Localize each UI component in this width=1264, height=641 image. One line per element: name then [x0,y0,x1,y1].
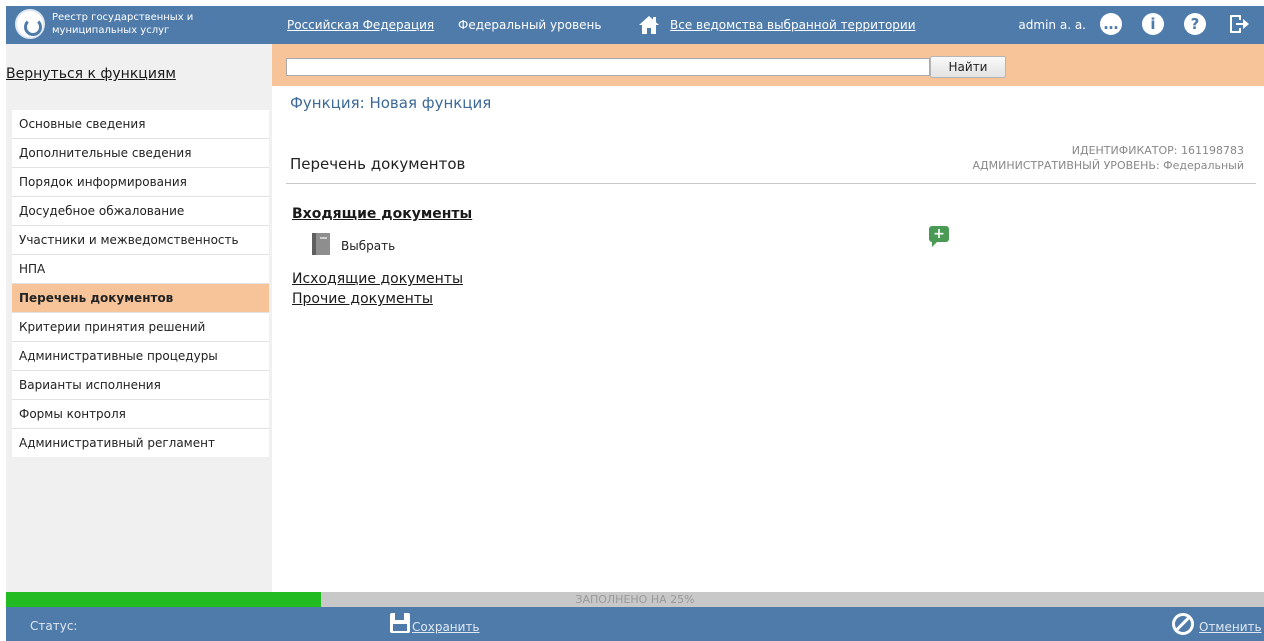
back-to-functions-link[interactable]: Вернуться к функциям [6,66,176,82]
sidebar-item-additional-info[interactable]: Дополнительные сведения [12,139,269,168]
book-icon [312,233,330,255]
other-documents-link[interactable]: Прочие документы [292,291,433,307]
save-label: Сохранить [412,620,480,634]
departments-link[interactable]: Все ведомства выбранной территории [670,18,916,32]
function-meta: ИДЕНТИФИКАТОР: 161198783 АДМИНИСТРАТИВНЫ… [973,143,1244,173]
top-bar: Реестр государственных и муниципальных у… [6,6,1264,44]
sidebar-item-decision-criteria[interactable]: Критерии принятия решений [12,313,269,342]
cancel-icon [1172,613,1194,635]
function-title: Функция: Новая функция [290,94,492,112]
cancel-button[interactable]: Отменить [1172,613,1262,635]
search-bar: Найти [272,44,1264,86]
search-input[interactable] [286,58,930,76]
sidebar-item-pretrial-appeal[interactable]: Досудебное обжалование [12,197,269,226]
status-label: Статус: [30,619,78,633]
admin-level-text: АДМИНИСТРАТИВНЫЙ УРОВЕНЬ: Федеральный [972,159,1244,172]
info-icon[interactable]: i [1142,13,1164,35]
sidebar-item-control-forms[interactable]: Формы контроля [12,400,269,429]
select-label: Выбрать [341,239,396,253]
completion-progress-bar: ЗАПОЛНЕНО НА 25% [6,592,1264,607]
sidebar-item-informing-order[interactable]: Порядок информирования [12,168,269,197]
footer-bar: Статус: Сохранить Отменить [6,607,1264,641]
section-title: Перечень документов [290,155,466,173]
sidebar-item-documents-list[interactable]: Перечень документов [12,284,269,313]
user-name[interactable]: admin a. a. [1018,18,1086,32]
sidebar-item-participants[interactable]: Участники и межведомственность [12,226,269,255]
progress-text: ЗАПОЛНЕНО НА 25% [575,593,695,606]
home-icon[interactable] [638,14,660,36]
add-comment-icon[interactable]: + [929,226,949,247]
section-divider [286,183,1256,184]
brand-line-2: муниципальных услуг [52,25,170,36]
brand[interactable]: Реестр государственных и муниципальных у… [6,6,272,44]
chat-icon[interactable]: … [1100,13,1122,35]
save-icon [390,613,410,633]
sidebar-item-basic-info[interactable]: Основные сведения [12,110,269,139]
section-menu: Основные сведения Дополнительные сведени… [12,110,269,457]
sidebar: Вернуться к функциям Основные сведения Д… [6,44,272,592]
sidebar-item-execution-variants[interactable]: Варианты исполнения [12,371,269,400]
search-button[interactable]: Найти [930,56,1006,78]
sidebar-item-admin-procedures[interactable]: Административные процедуры [12,342,269,371]
outgoing-documents-link[interactable]: Исходящие документы [292,271,463,287]
brand-line-1: Реестр государственных и [52,12,194,23]
cancel-label: Отменить [1199,620,1262,634]
incoming-documents-link[interactable]: Входящие документы [292,206,472,222]
sidebar-item-admin-regulation[interactable]: Административный регламент [12,429,269,457]
level-link[interactable]: Федеральный уровень [458,18,601,32]
registry-logo-icon [15,9,45,39]
identifier-text: ИДЕНТИФИКАТОР: 161198783 [1071,144,1244,157]
brand-title: Реестр государственных и муниципальных у… [52,11,262,37]
logout-icon[interactable] [1228,13,1250,35]
territory-link[interactable]: Российская Федерация [287,18,434,32]
sidebar-item-npa[interactable]: НПА [12,255,269,284]
help-icon[interactable]: ? [1184,13,1206,35]
